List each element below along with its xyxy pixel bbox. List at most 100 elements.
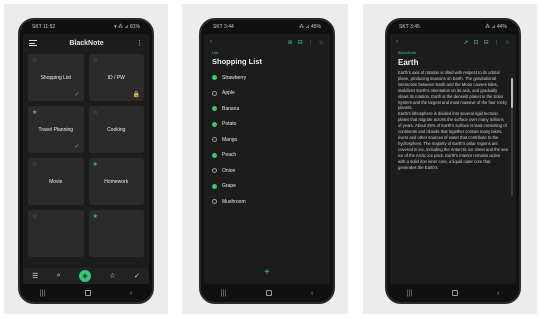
checklist-item-label: Onion xyxy=(222,167,236,174)
checklist-icon: ✓ xyxy=(74,92,80,98)
status-time: SKT 3:45 xyxy=(399,24,420,30)
back-nav-icon[interactable]: ‹ xyxy=(497,290,499,297)
checklist-item[interactable]: Potato xyxy=(204,117,330,133)
checklist-item[interactable]: Mushroom xyxy=(204,194,330,210)
list-title[interactable]: Shopping List xyxy=(204,56,330,70)
scrollbar-thumb[interactable] xyxy=(511,78,513,108)
checklist-item[interactable]: Apple xyxy=(204,86,330,102)
note-card[interactable]: ☆ Cooking xyxy=(88,106,144,153)
status-bar: SKT 11:52 ▾ ⁂ ⊿ 81% xyxy=(20,24,152,32)
app-screen: ‹ ➚ ⊡ ⊟ ⋮ ☆ BlackNote Earth Earth's axis of … xyxy=(390,34,516,284)
checklist-icon: ✓ xyxy=(74,144,80,150)
phone-notes-grid: SKT 11:52 ▾ ⁂ ⊿ 81% BlackNote ⋮ ☆ Shoppin… xyxy=(18,18,154,304)
status-indicators: ⁂ ⊿ 45% xyxy=(299,24,321,30)
note-card-title: Homework xyxy=(104,178,129,185)
note-card-title: Cooking xyxy=(107,126,126,133)
note-card-title xyxy=(89,210,145,257)
status-indicators: ⁂ ⊿ 44% xyxy=(485,24,507,30)
toolbar-action-icon[interactable]: ⊟ xyxy=(298,39,303,46)
status-indicators: ▾ ⁂ ⊿ 81% xyxy=(114,24,140,30)
toolbar-action-icon[interactable]: ⊡ xyxy=(474,39,479,46)
checked-circle-icon[interactable] xyxy=(212,106,217,112)
toolbar-action-icon[interactable]: ☆ xyxy=(319,39,324,46)
checked-circle-icon[interactable] xyxy=(212,152,217,158)
note-card[interactable]: ★ Travel Planning ✓ xyxy=(28,106,84,153)
checklist-item[interactable]: Onion xyxy=(204,163,330,179)
checklist-item[interactable]: Strawberry xyxy=(204,70,330,86)
checklist-item-label: Mushroom xyxy=(222,198,246,205)
checklist-item-label: Mango xyxy=(222,136,238,143)
home-icon[interactable] xyxy=(84,290,91,296)
note-card[interactable]: ☆ xyxy=(28,210,84,257)
menu-icon[interactable]: ☰ xyxy=(32,272,38,280)
app-screen: BlackNote ⋮ ☆ Shopping List ✓ ☆ ID / PW 🔒 ★ Tra… xyxy=(23,34,149,284)
breadcrumb[interactable]: BlackNote xyxy=(390,50,516,58)
checklist-item-label: Apple xyxy=(222,90,235,97)
note-card[interactable]: ☆ ID / PW 🔒 xyxy=(88,54,144,101)
panel-notes-grid: SKT 11:52 ▾ ⁂ ⊿ 81% BlackNote ⋮ ☆ Shoppin… xyxy=(4,4,168,314)
more-vert-icon[interactable]: ⋮ xyxy=(136,39,143,47)
hamburger-icon[interactable] xyxy=(29,40,37,46)
checklist-item[interactable]: Grape xyxy=(204,179,330,195)
unchecked-circle-icon[interactable] xyxy=(212,168,217,174)
status-time: SKT 11:52 xyxy=(32,24,56,30)
doc-title[interactable]: Earth xyxy=(390,58,516,70)
toolbar: ‹ ⊕ ⊟ ⋮ ☆ xyxy=(204,34,330,50)
app-screen: ‹ ⊕ ⊟ ⋮ ☆ Life Shopping List Strawberry Appl… xyxy=(204,34,330,284)
checklist-item-label: Peach xyxy=(222,152,237,159)
back-nav-icon[interactable]: ‹ xyxy=(311,290,313,297)
note-card[interactable]: ★ Homework xyxy=(88,158,144,205)
recents-icon[interactable]: ||| xyxy=(40,290,45,297)
checked-circle-icon[interactable] xyxy=(212,121,217,127)
note-card[interactable]: ★ xyxy=(88,210,145,257)
toolbar-action-icon[interactable]: ⊕ xyxy=(288,39,293,46)
add-note-button[interactable]: + xyxy=(79,270,92,282)
toolbar-action-icon[interactable]: ⋮ xyxy=(308,39,314,46)
recents-icon[interactable]: ||| xyxy=(407,290,412,297)
back-nav-icon[interactable]: ‹ xyxy=(130,290,132,297)
checklist-item[interactable]: Banana xyxy=(204,101,330,117)
checklist: Strawberry Apple Banana Potato Mango Peach Oni… xyxy=(204,70,330,210)
search-icon[interactable]: ⌕ xyxy=(57,272,61,280)
status-bar: SKT 3:44 ⁂ ⊿ 45% xyxy=(201,24,333,32)
checked-circle-icon[interactable] xyxy=(212,183,217,189)
toolbar-action-icon[interactable]: ⋮ xyxy=(494,39,500,46)
note-card[interactable]: ☆ Movie xyxy=(28,158,84,205)
star-icon[interactable]: ☆ xyxy=(109,272,115,280)
checklist-item-label: Grape xyxy=(222,183,236,190)
back-icon[interactable]: ‹ xyxy=(210,39,212,45)
system-nav-bar: ||| ‹ xyxy=(387,288,519,298)
panel-shopping-list: SKT 3:44 ⁂ ⊿ 45% ‹ ⊕ ⊟ ⋮ ☆ Life Shopping Li… xyxy=(182,4,348,314)
home-icon[interactable] xyxy=(451,290,458,296)
note-card-title: Movie xyxy=(49,178,63,185)
checked-circle-icon[interactable] xyxy=(212,75,217,81)
toolbar-actions: ➚ ⊡ ⊟ ⋮ ☆ xyxy=(464,39,510,46)
system-nav-bar: ||| ‹ xyxy=(20,288,152,298)
status-time: SKT 3:44 xyxy=(213,24,234,30)
home-icon[interactable] xyxy=(265,290,272,296)
screenshot-stage: SKT 11:52 ▾ ⁂ ⊿ 81% BlackNote ⋮ ☆ Shoppin… xyxy=(0,0,541,318)
bottom-bar: ☰ ⌕ + ☆ ✓ xyxy=(23,268,149,284)
status-bar: SKT 3:45 ⁂ ⊿ 44% xyxy=(387,24,519,32)
note-grid: ☆ Shopping List ✓ ☆ ID / PW 🔒 ★ Travel Planning… xyxy=(23,52,149,259)
app-header: BlackNote ⋮ xyxy=(23,34,149,52)
doc-body[interactable]: Earth's axis of rotation is tilted with … xyxy=(390,70,516,234)
checklist-item[interactable]: Peach xyxy=(204,148,330,164)
toolbar-action-icon[interactable]: ☆ xyxy=(505,39,510,46)
checklist-item[interactable]: Mango xyxy=(204,132,330,148)
app-title: BlackNote xyxy=(69,39,104,47)
back-icon[interactable]: ‹ xyxy=(396,39,398,45)
unchecked-circle-icon[interactable] xyxy=(212,90,217,96)
recents-icon[interactable]: ||| xyxy=(221,290,226,297)
add-item-button[interactable]: + xyxy=(204,267,330,278)
lock-icon: 🔒 xyxy=(132,92,140,98)
unchecked-circle-icon[interactable] xyxy=(212,199,217,205)
check-icon[interactable]: ✓ xyxy=(134,272,140,280)
toolbar-action-icon[interactable]: ➚ xyxy=(464,39,469,46)
unchecked-circle-icon[interactable] xyxy=(212,137,217,143)
toolbar-actions: ⊕ ⊟ ⋮ ☆ xyxy=(288,39,324,46)
note-card[interactable]: ☆ Shopping List ✓ xyxy=(28,54,84,101)
panel-document: SKT 3:45 ⁂ ⊿ 44% ‹ ➚ ⊡ ⊟ ⋮ ☆ BlackNote Earth… xyxy=(363,4,537,314)
toolbar-action-icon[interactable]: ⊟ xyxy=(484,39,489,46)
phone-document: SKT 3:45 ⁂ ⊿ 44% ‹ ➚ ⊡ ⊟ ⋮ ☆ BlackNote Earth… xyxy=(385,18,521,304)
